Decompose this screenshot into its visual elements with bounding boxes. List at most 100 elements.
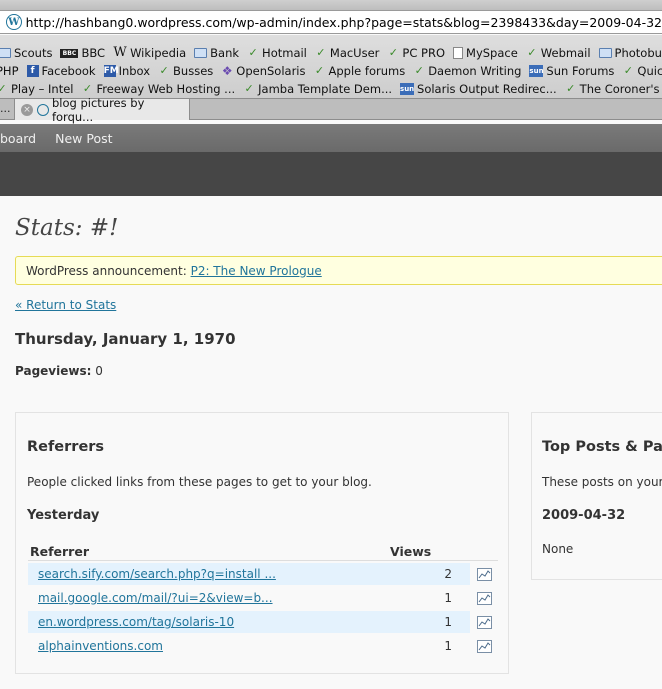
table-row: mail.google.com/mail/?ui=2&view=b... 1 xyxy=(28,587,498,609)
return-to-stats-link[interactable]: « Return to Stats xyxy=(15,298,116,312)
bookmark-label: Scouts xyxy=(14,46,53,60)
table-row: alphainventions.com 1 xyxy=(28,635,498,657)
bookmark-item[interactable]: sun Solaris Output Redirec... xyxy=(400,82,557,96)
referrer-cell: mail.google.com/mail/?ui=2&view=b... xyxy=(28,587,390,609)
bookmarks-row-2: PHPfFacebookFMInbox✓Busses❖OpenSolaris✓A… xyxy=(0,62,662,80)
sparkline-chart-icon[interactable] xyxy=(476,568,492,581)
url-text[interactable]: http://hashbang0.wordpress.com/wp-admin/… xyxy=(26,15,662,30)
referrer-cell: alphainventions.com xyxy=(28,635,390,657)
tab-previous[interactable]: ... xyxy=(0,99,12,119)
col-chart xyxy=(470,543,498,561)
chart-cell xyxy=(470,587,498,609)
announcement-notice: WordPress announcement: P2: The New Prol… xyxy=(15,256,662,285)
leaf-icon: ✓ xyxy=(314,64,325,77)
wordpress-tab-favicon-icon xyxy=(36,103,49,116)
bookmark-item[interactable]: ✓ Busses xyxy=(158,64,213,78)
referrer-link[interactable]: en.wordpress.com/tag/solaris-10 xyxy=(38,615,234,629)
leaf-icon: ✓ xyxy=(566,82,576,95)
bookmark-label: Apple forums xyxy=(328,64,406,78)
referrer-link[interactable]: mail.google.com/mail/?ui=2&view=b... xyxy=(38,591,273,605)
bookmark-label: PHP xyxy=(0,64,19,78)
referrer-link[interactable]: alphainventions.com xyxy=(38,639,163,653)
bookmark-item[interactable]: Scouts xyxy=(0,46,52,60)
diamond-icon: ❖ xyxy=(221,64,233,78)
window-titlebar-strip xyxy=(0,0,662,10)
leaf-icon: ✓ xyxy=(82,82,93,95)
sparkline-chart-icon[interactable] xyxy=(476,616,492,629)
referrer-link[interactable]: search.sify.com/search.php?q=install ... xyxy=(38,567,276,581)
bookmark-item[interactable]: Bank xyxy=(194,46,239,60)
referrers-description: People clicked links from these pages to… xyxy=(27,475,372,489)
bookmark-item[interactable]: ✓ MacUser xyxy=(315,46,379,60)
folder-icon xyxy=(194,48,208,58)
tab-active-label: blog pictures by forqu... xyxy=(51,95,145,124)
views-cell: 1 xyxy=(390,611,470,633)
bookmark-label: The Coroner's Tool xyxy=(579,82,662,96)
bookmark-label: OpenSolaris xyxy=(236,64,306,78)
notice-link[interactable]: P2: The New Prologue xyxy=(191,264,322,278)
new-post-link[interactable]: New Post xyxy=(55,131,112,146)
dashboard-link[interactable]: board xyxy=(0,131,36,146)
leaf-icon: ✓ xyxy=(248,46,258,59)
tab-active[interactable]: × blog pictures by forqu... xyxy=(14,96,190,124)
bookmark-label: BBC xyxy=(81,46,106,60)
leaf-icon: ✓ xyxy=(414,64,424,77)
top-posts-date: 2009-04-32 xyxy=(542,508,626,523)
fm-icon: FM xyxy=(103,65,119,77)
bookmarks-row-1: Scouts BBC BBC W Wikipedia Bank ✓ Hotmail ✓ MacUs… xyxy=(0,44,662,62)
leaf-icon: ✓ xyxy=(388,46,399,59)
referrers-table: Referrer Views search.sify.com/search.ph… xyxy=(28,541,498,659)
chart-cell xyxy=(470,563,498,585)
bookmark-label: Play – Intel xyxy=(11,82,74,96)
bookmark-label: Quicd xyxy=(637,64,662,78)
bookmark-label: Facebook xyxy=(41,64,96,78)
chart-cell xyxy=(470,611,498,633)
bookmark-item[interactable]: FM Inbox xyxy=(103,64,150,78)
leaf-icon: ✓ xyxy=(159,64,169,77)
views-cell: 1 xyxy=(444,639,452,653)
top-posts-heading: Top Posts & Pag xyxy=(542,439,662,455)
bookmark-label: Freeway Web Hosting ... xyxy=(96,82,236,96)
sun-icon: sun xyxy=(529,65,544,77)
pageviews-label: Pageviews: xyxy=(15,364,92,378)
bookmark-item[interactable]: Photobucket xyxy=(598,46,662,60)
chart-cell xyxy=(470,635,498,657)
bookmark-item[interactable]: sun Sun Forums xyxy=(529,64,614,78)
bbc-icon: BBC xyxy=(60,48,79,58)
folder-icon xyxy=(598,48,612,58)
top-posts-none: None xyxy=(542,542,574,556)
views-cell: 2 xyxy=(390,563,470,585)
bookmark-item[interactable]: ✓ Daemon Writing xyxy=(413,64,522,78)
referrer-cell: search.sify.com/search.php?q=install ... xyxy=(28,563,390,585)
bookmark-label: PC PRO xyxy=(402,46,446,60)
sun-icon: sun xyxy=(400,83,415,95)
bookmark-item[interactable]: ✓ Hotmail xyxy=(247,46,306,60)
bookmark-item[interactable]: BBC BBC xyxy=(60,46,105,60)
bookmark-item[interactable]: ✓ Apple forums xyxy=(314,64,406,78)
bookmark-item[interactable]: ✓The Coroner's Tool xyxy=(565,82,662,96)
bookmark-item[interactable]: ✓ PC PRO xyxy=(387,46,445,60)
bookmark-item[interactable]: ✓ Play – Intel xyxy=(0,82,74,96)
bookmark-item[interactable]: ✓ Jamba Template Dem... xyxy=(243,82,392,96)
views-cell: 1 xyxy=(444,591,452,605)
leaf-icon: ✓ xyxy=(0,82,7,95)
bookmark-item[interactable]: W Wikipedia xyxy=(113,46,186,60)
sparkline-chart-icon[interactable] xyxy=(476,592,492,605)
close-icon[interactable]: × xyxy=(21,103,33,116)
bookmark-item[interactable]: MySpace xyxy=(453,46,518,60)
bookmark-label: Daemon Writing xyxy=(428,64,522,78)
top-posts-description: These posts on your xyxy=(542,475,662,489)
bookmark-item[interactable]: ❖ OpenSolaris xyxy=(221,64,306,78)
address-bar[interactable]: W http://hashbang0.wordpress.com/wp-admi… xyxy=(0,10,662,34)
bookmark-item[interactable]: f Facebook xyxy=(26,64,96,78)
bookmark-item[interactable]: PHP xyxy=(0,64,19,78)
bookmark-item[interactable]: ✓Quicd xyxy=(622,64,662,78)
bookmark-item[interactable]: ✓ Freeway Web Hosting ... xyxy=(82,82,236,96)
bookmark-label: Sun Forums xyxy=(546,64,615,78)
bookmarks-toolbar: Scouts BBC BBC W Wikipedia Bank ✓ Hotmail ✓ MacUs… xyxy=(0,35,662,98)
bookmark-label: Busses xyxy=(173,64,214,78)
wp-header xyxy=(0,152,662,196)
bookmark-item[interactable]: ✓ Webmail xyxy=(526,46,590,60)
tab-bar: ... × blog pictures by forqu... xyxy=(0,96,662,124)
sparkline-chart-icon[interactable] xyxy=(476,640,492,653)
